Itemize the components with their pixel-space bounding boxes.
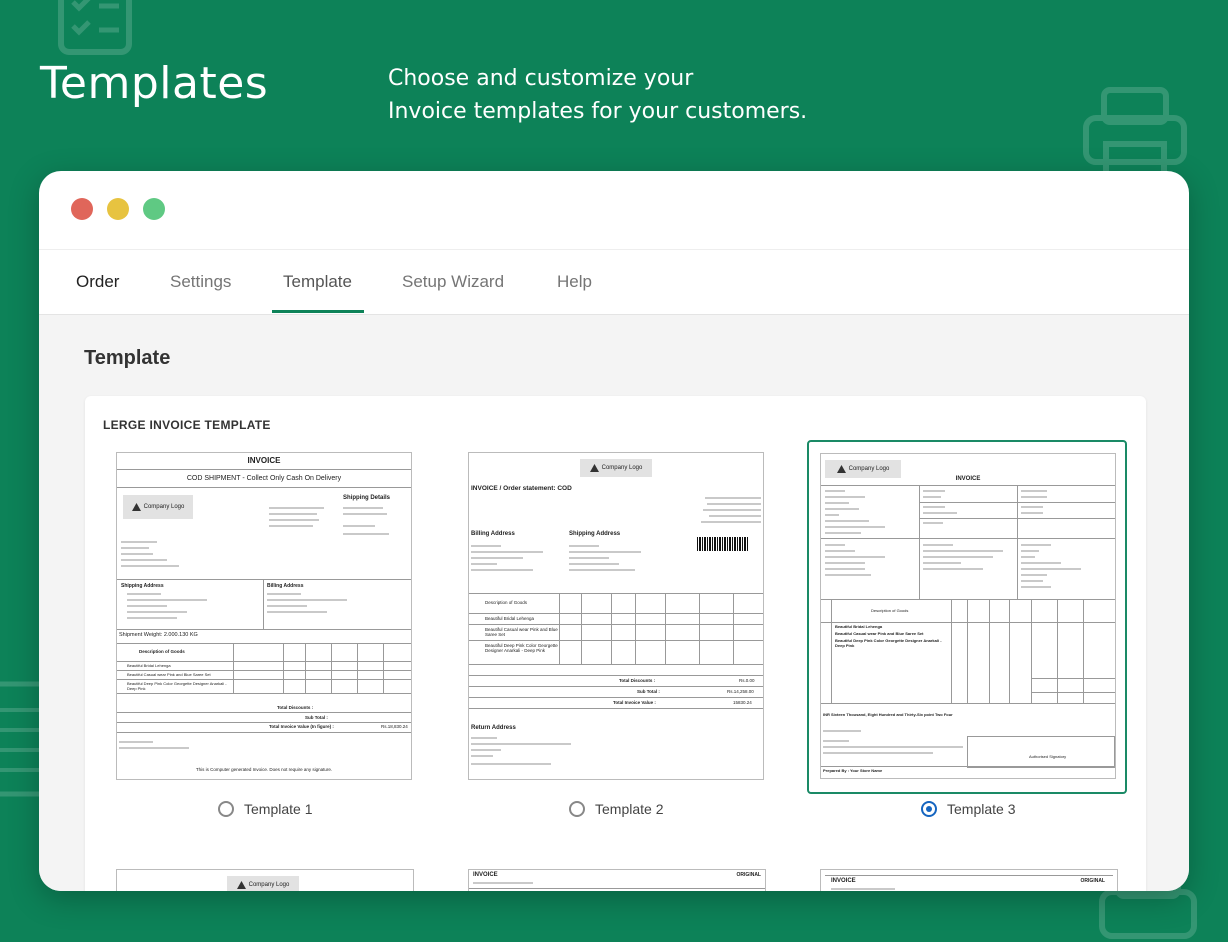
t1-total-amount: Rs.18,830.24 xyxy=(381,724,408,729)
t2-return-address: Return Address xyxy=(471,725,516,731)
template-5-preview[interactable]: INVOICE ORIGINAL xyxy=(468,869,766,891)
template-3-radio[interactable] xyxy=(921,801,937,817)
app-window: Order Settings Template Setup Wizard Hel… xyxy=(39,171,1189,891)
t3-logo-text: Company Logo xyxy=(848,466,890,472)
t2-heading: INVOICE / Order statement: COD xyxy=(471,485,572,492)
t1-sub-total: Sub Total : xyxy=(305,715,328,720)
checklist-icon xyxy=(58,0,132,55)
tab-bar: Order Settings Template Setup Wizard Hel… xyxy=(39,250,1189,315)
template-1-preview[interactable]: INVOICE COD SHIPMENT - Collect Only Cash… xyxy=(116,452,412,780)
t2-item-3: Beautiful Deep Pink Color Georgette Desi… xyxy=(485,643,558,653)
t3-heading: INVOICE xyxy=(955,476,981,482)
tab-help[interactable]: Help xyxy=(557,272,592,292)
t5-heading: INVOICE xyxy=(473,872,498,878)
t2-billing-address: Billing Address xyxy=(471,531,515,537)
t3-item-1: Beautiful Bridal Lehenga xyxy=(835,624,883,629)
section-title: Template xyxy=(84,347,171,369)
hero-title: Templates xyxy=(40,58,269,109)
close-window-dot[interactable] xyxy=(71,198,93,220)
template-3-label: Template 3 xyxy=(947,801,1016,817)
hero-subtitle: Choose and customize your Invoice templa… xyxy=(388,62,868,128)
t6-tag: ORIGINAL xyxy=(1080,878,1105,884)
t1-desc-header: Description of Goods xyxy=(139,649,185,654)
t1-heading: INVOICE xyxy=(247,456,281,465)
t1-shipping-address: Shipping Address xyxy=(121,583,164,589)
logo-mountain-icon xyxy=(131,503,141,511)
t2-discount-amount: Rs.0.00 xyxy=(739,678,755,683)
template-1-label: Template 1 xyxy=(244,801,313,817)
t3-signatory: Authorised Signatory xyxy=(1029,754,1067,759)
hero-subtitle-line2: Invoice templates for your customers. xyxy=(388,99,808,124)
t2-desc-header: Description of Goods xyxy=(485,600,528,605)
t2-total-amount: 15830.24 xyxy=(733,700,752,705)
t4-company-logo: Company Logo xyxy=(227,876,299,891)
card-label: LERGE INVOICE TEMPLATE xyxy=(103,418,271,432)
t5-tag: ORIGINAL xyxy=(736,872,761,878)
template-3-option[interactable]: Template 3 xyxy=(921,801,1015,817)
template-3-preview[interactable]: Company Logo INVOICE Description of Good… xyxy=(807,440,1127,794)
t1-item-2: Beautiful Casual wear Pink and Blue Sare… xyxy=(127,672,211,677)
template-6-preview[interactable]: INVOICE ORIGINAL xyxy=(820,869,1118,891)
t3-page: Company Logo INVOICE Description of Good… xyxy=(820,453,1116,779)
template-4-preview[interactable]: Company Logo xyxy=(116,869,414,891)
t1-banner: COD SHIPMENT - Collect Only Cash On Deli… xyxy=(186,475,342,482)
t6-heading: INVOICE xyxy=(831,878,856,884)
t2-company-logo: Company Logo xyxy=(580,459,652,477)
t1-footer: This is Computer generated Invoice. Does… xyxy=(195,767,333,772)
t1-total-discount: Total Discounts : xyxy=(277,705,314,710)
t3-item-3: Beautiful Deep Pink Color Georgette Desi… xyxy=(835,638,942,648)
t3-signature-box xyxy=(967,736,1115,768)
template-2-preview[interactable]: Company Logo INVOICE / Order statement: … xyxy=(468,452,764,780)
t1-weight: Shipment Weight: 2.000.130 KG xyxy=(119,632,198,638)
logo-mountain-icon xyxy=(836,465,846,473)
template-2-option[interactable]: Template 2 xyxy=(569,801,663,817)
t3-desc-header: Description of Goods xyxy=(871,608,909,613)
t2-sub-total: Sub Total : xyxy=(637,689,660,694)
t1-company-logo: Company Logo xyxy=(123,495,193,519)
t3-prepared-by: Prepared By : Your Store Name xyxy=(823,768,883,773)
template-2-radio[interactable] xyxy=(569,801,585,817)
t1-logo-text: Company Logo xyxy=(143,504,185,510)
t4-logo-text: Company Logo xyxy=(248,882,290,888)
hero-subtitle-line1: Choose and customize your xyxy=(388,66,694,91)
tab-template[interactable]: Template xyxy=(283,272,352,292)
template-1-option[interactable]: Template 1 xyxy=(218,801,312,817)
template-card: LERGE INVOICE TEMPLATE INVOICE COD SHIPM… xyxy=(85,396,1146,891)
tab-setup-wizard[interactable]: Setup Wizard xyxy=(402,272,504,292)
t2-total-discount: Total Discounts : xyxy=(619,678,656,683)
t2-item-2: Beautiful Casual wear Pink and Blue Sare… xyxy=(485,627,558,637)
t1-billing-address: Billing Address xyxy=(267,583,304,589)
tab-order[interactable]: Order xyxy=(76,272,119,292)
t3-amount-words: INR Sixteen Thousand, Eight Hundred and … xyxy=(823,712,953,717)
logo-mountain-icon xyxy=(236,881,246,889)
maximize-window-dot[interactable] xyxy=(143,198,165,220)
t2-shipping-address: Shipping Address xyxy=(569,531,621,537)
t1-shipping-details: Shipping Details xyxy=(343,495,391,501)
t1-total-invoice: Total Invoice Value (In figure) : xyxy=(269,724,334,729)
t2-logo-text: Company Logo xyxy=(601,465,643,471)
window-titlebar xyxy=(39,171,1189,250)
t2-barcode xyxy=(697,537,749,551)
tab-settings[interactable]: Settings xyxy=(170,272,231,292)
minimize-window-dot[interactable] xyxy=(107,198,129,220)
template-1-radio[interactable] xyxy=(218,801,234,817)
logo-mountain-icon xyxy=(589,464,599,472)
t2-item-1: Beautiful Bridal Lehenga xyxy=(485,616,535,621)
t1-item-1: Beautiful Bridal Lehenga xyxy=(127,663,171,668)
t3-item-2: Beautiful Casual wear Pink and Blue Sare… xyxy=(835,631,924,636)
active-tab-indicator xyxy=(272,310,364,313)
template-2-label: Template 2 xyxy=(595,801,664,817)
main-content: Template LERGE INVOICE TEMPLATE INVOICE … xyxy=(39,315,1189,891)
printer-icon xyxy=(1083,87,1187,181)
t2-total-invoice: Total Invoice Value : xyxy=(613,700,656,705)
t2-sub-total-amount: Rs.14,258.00 xyxy=(727,689,754,694)
t1-item-3: Beautiful Deep Pink Color Georgette Desi… xyxy=(127,681,227,691)
